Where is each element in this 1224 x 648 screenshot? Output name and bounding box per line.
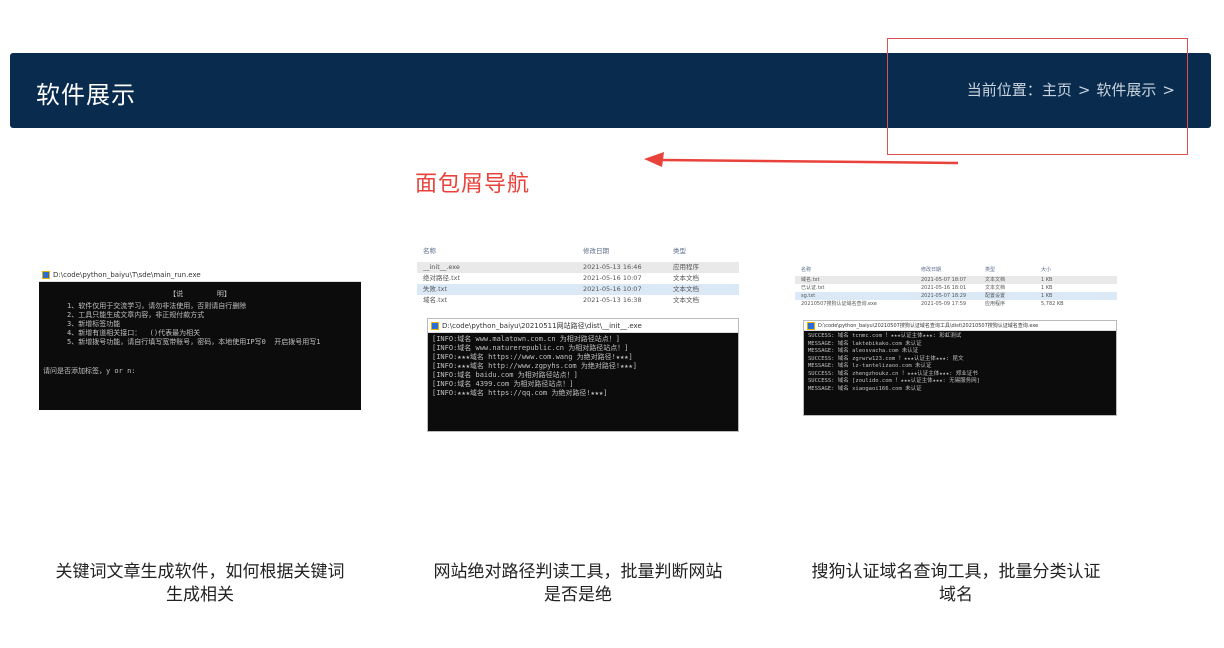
- console-line: MESSAGE: 域名 lz-tantelizaoo.com 未认证: [808, 363, 932, 369]
- console-line: MESSAGE: 域名 aleosvacha.com 未认证: [808, 348, 919, 354]
- product-screenshot[interactable]: 名称 修改日期 类型 大小 域名.txt 2021-05-07 18:07 文本文档 1 K…: [795, 264, 1117, 416]
- card-title[interactable]: 关键词文章生成软件，如何根据关键词 生成相关: [30, 561, 370, 607]
- card-title-line: 网站绝对路径判读工具，批量判断网站: [433, 562, 723, 582]
- card-title-line: 关键词文章生成软件，如何根据关键词: [55, 562, 345, 582]
- console-line: [INFO:★★★域名 https://www.com.wang 为绝对路径!★…: [432, 353, 633, 361]
- file-row: 失败.txt 2021-05-16 10:07 文本文档: [417, 284, 739, 295]
- console-line: MESSAGE: 域名 laktebikako.com 未认证: [808, 340, 922, 347]
- console-prompt: 请问是否添加标签，y or n:: [43, 367, 136, 375]
- app-icon: [42, 271, 50, 279]
- console-line: MESSAGE: 域名 xiaogaoi166.com 未认证: [808, 385, 922, 392]
- console-window-titlebar: D:\code\python_baiyu\T\sde\main_run.exe: [39, 268, 361, 282]
- console-line: 1、软件仅用于交流学习，请勿非法使用，否则请自行删除: [67, 302, 247, 310]
- console-output: 【说 明】 1、软件仅用于交流学习，请勿非法使用，否则请自行删除 2、工具只能生成文…: [39, 282, 361, 410]
- annotation-arrow-icon: [644, 152, 959, 167]
- console-line: [INFO:★★★域名 https://qq.com 为绝对路径!★★★]: [432, 389, 608, 397]
- console-line: [INFO:域名 www.malatown.com.cn 为相对路径站点！]: [432, 335, 621, 343]
- window-title: D:\code\python_baiyu\20210511网站路径\dist\_…: [442, 322, 642, 330]
- console-line: 2、工具只能生成文章内容，非正规付款方式: [67, 311, 205, 319]
- console-line: SUCCESS: 域名 tcnmc.com ！★★★认证主体★★★: 彩虹测试: [808, 333, 962, 339]
- file-row: __init__.exe 2021-05-13 16:46 应用程序: [417, 262, 739, 273]
- console-window: D:\code\python_baiyu\20210507搜狗认证域名查询工具\…: [803, 320, 1117, 416]
- console-output: [INFO:域名 www.malatown.com.cn 为相对路径站点！] [I…: [428, 333, 738, 400]
- file-row: 域名.txt 2021-05-13 16:38 文本文档: [423, 296, 699, 304]
- file-row: 绝对路径.txt 2021-05-16 10:07 文本文档: [423, 274, 699, 282]
- card-title[interactable]: 网站绝对路径判读工具，批量判断网站 是否是绝: [408, 561, 748, 607]
- product-screenshot[interactable]: 名称 修改日期 类型 __init__.exe 2021-05-13 16:46 应用程…: [417, 240, 739, 432]
- console-line: 4、新增有道相关接口： ()代表最为相关: [67, 329, 201, 337]
- file-list-header: 名称 修改日期 类型: [423, 247, 686, 255]
- file-explorer: 名称 修改日期 类型 __init__.exe 2021-05-13 16:46 应用程…: [417, 240, 739, 306]
- file-row: 已认证.txt 2021-05-16 18:01 文本文档 1 KB: [801, 285, 1053, 291]
- console-line: SUCCESS: 域名 zhengzhoukz.cn ！★★★认证主体★★★: …: [808, 370, 978, 377]
- card-title-line: 是否是绝: [544, 585, 612, 605]
- console-window-titlebar: D:\code\python_baiyu\20210511网站路径\dist\_…: [428, 319, 738, 333]
- console-window: D:\code\python_baiyu\20210511网站路径\dist\_…: [427, 318, 739, 432]
- file-row: 域名.txt 2021-05-07 18:07 文本文档 1 KB: [795, 276, 1117, 284]
- annotation-highlight-box: [887, 38, 1188, 155]
- console-output: SUCCESS: 域名 tcnmc.com ！★★★认证主体★★★: 彩虹测试 M…: [804, 331, 1116, 395]
- console-line: 5、新增拨号功能，请自行填写宽带账号，密码，本地使用IP写0 开启拨号用写1: [67, 338, 321, 346]
- card-title-line: 域名: [939, 585, 973, 605]
- console-line: [INFO:域名 4399.com 为相对路径站点！]: [432, 380, 574, 388]
- annotation-label: 面包屑导航: [415, 172, 531, 197]
- file-explorer: 名称 修改日期 类型 大小 域名.txt 2021-05-07 18:07 文本文档 1 K…: [795, 264, 1117, 308]
- card-title-line: 搜狗认证域名查询工具，批量分类认证: [811, 562, 1101, 582]
- window-title: D:\code\python_baiyu\20210507搜狗认证域名查询工具\…: [818, 323, 1039, 329]
- file-row: 20210507搜狗认证域名查询.exe 2021-05-09 17:59 应用程序…: [801, 301, 1064, 307]
- card-title[interactable]: 搜狗认证域名查询工具，批量分类认证 域名: [786, 561, 1126, 607]
- product-screenshot[interactable]: D:\code\python_baiyu\T\sde\main_run.exe …: [39, 268, 361, 410]
- console-line: SUCCESS: 域名 zgrwrw123.com ！★★★认证主体★★★: 昆…: [808, 355, 964, 362]
- card-title-line: 生成相关: [166, 585, 234, 605]
- console-heading: 【说 明】: [169, 290, 231, 298]
- app-icon: [431, 322, 439, 330]
- console-window-titlebar: D:\code\python_baiyu\20210507搜狗认证域名查询工具\…: [804, 321, 1116, 331]
- console-line: SUCCESS: 域名 [zoulido.com ！★★★认证主体★★★: 无锡…: [808, 378, 980, 384]
- page-title: 软件展示: [36, 81, 136, 109]
- file-row: sg.txt 2021-05-07 18:29 配置设置 1 KB: [795, 292, 1117, 300]
- console-line: 3、新增标签功能: [67, 320, 121, 328]
- console-line: [INFO:★★★域名 http://www.zgpyhs.com 为绝对路径!…: [432, 362, 637, 370]
- window-title: D:\code\python_baiyu\T\sde\main_run.exe: [53, 271, 201, 279]
- app-icon: [807, 322, 815, 330]
- console-line: [INFO:域名 baidu.com 为相对路径站点！]: [432, 371, 578, 379]
- file-list-header: 名称 修改日期 类型 大小: [801, 267, 1052, 273]
- console-line: [INFO:域名 www.naturerepublic.cn 为相对路径站点！]: [432, 344, 629, 352]
